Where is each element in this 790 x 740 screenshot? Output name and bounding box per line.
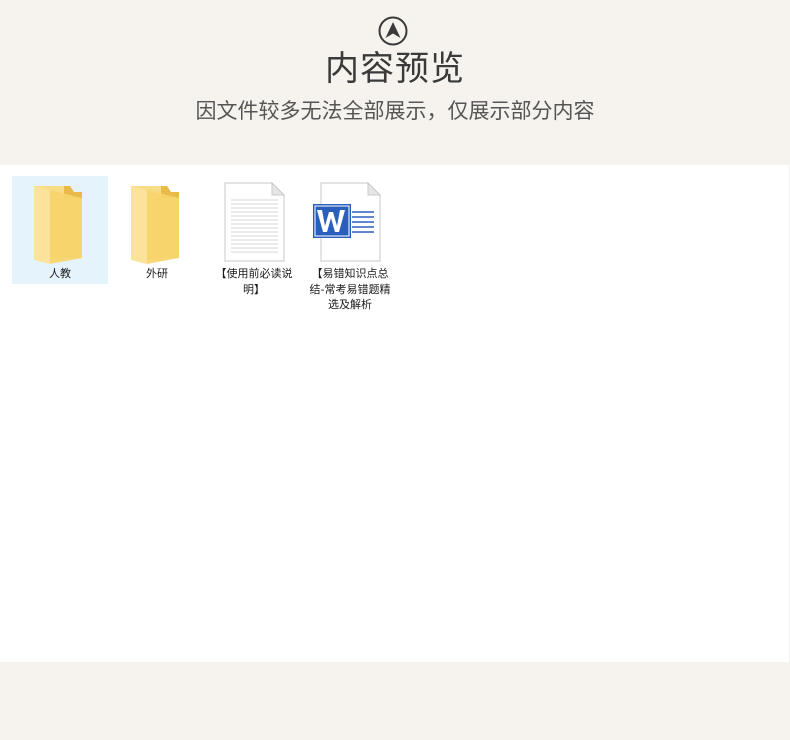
file-item-label: 【易错知识点总结-常考易错题精选及解析: [309, 267, 391, 311]
folder-icon: [34, 186, 82, 264]
file-item-label: 【使用前必读说明】: [215, 267, 293, 296]
file-item-label: 人教: [49, 267, 71, 280]
page-subtitle: 因文件较多无法全部展示，仅展示部分内容: [195, 99, 595, 123]
file-preview-area: 人教 外研 【使用前必读说明】 【易错知识点总结-常考易错题精选及解析: [0, 165, 789, 662]
page-title: 内容预览: [325, 49, 465, 89]
file-item-label: 外研: [146, 267, 168, 280]
preview-header: 内容预览 因文件较多无法全部展示，仅展示部分内容: [0, 0, 790, 165]
arrow-up-circle-icon[interactable]: [378, 16, 408, 46]
word-document-icon: [313, 181, 382, 262]
file-item-folder-renjiao[interactable]: 人教: [12, 176, 108, 284]
folder-icon: [131, 186, 179, 264]
text-document-icon: [224, 181, 286, 262]
